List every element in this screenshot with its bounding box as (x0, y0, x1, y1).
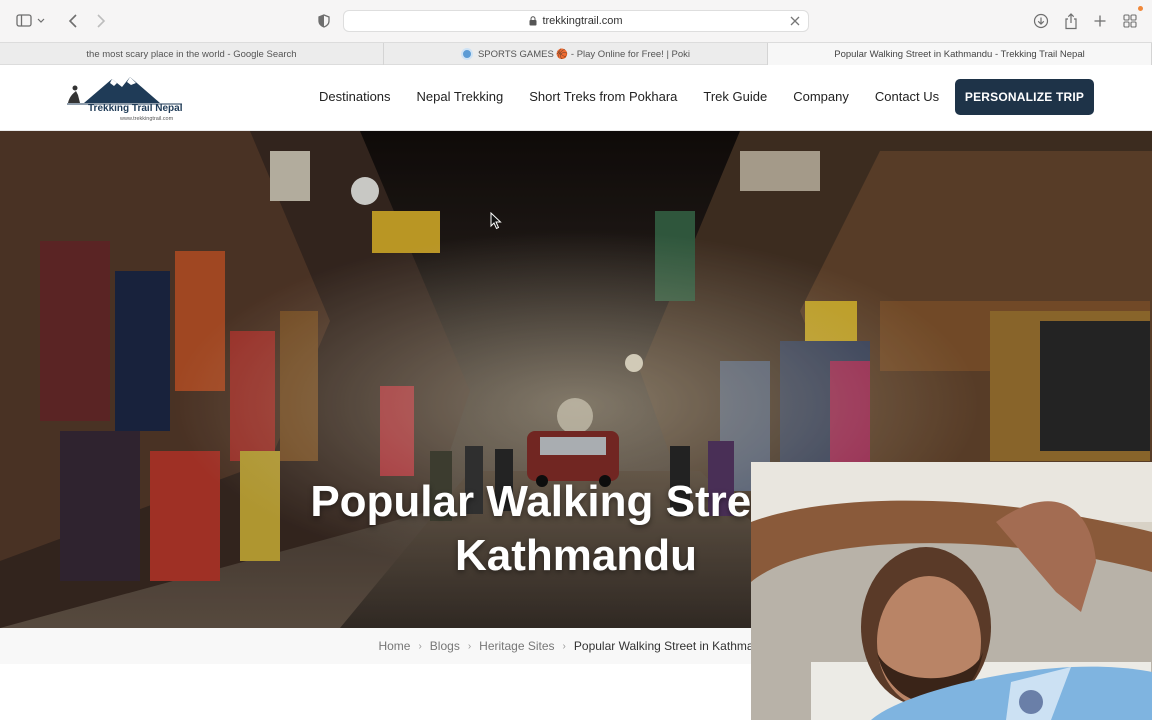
download-icon (1033, 13, 1049, 29)
address-bar[interactable]: trekkingtrail.com (343, 10, 809, 32)
chevron-right-icon (97, 14, 106, 28)
address-text: trekkingtrail.com (542, 15, 623, 27)
nav-short-treks-pokhara[interactable]: Short Treks from Pokhara (516, 87, 690, 107)
tab-label: SPORTS GAMES 🏀 - Play Online for Free! |… (477, 48, 691, 60)
tab-label: Popular Walking Street in Kathmandu - Tr… (834, 48, 1085, 60)
tab-overview-button[interactable] (1119, 6, 1143, 32)
webcam-overlay (751, 462, 1152, 720)
mountain-icon (67, 77, 182, 105)
tab-bar: the most scary place in the world - Goog… (0, 42, 1152, 65)
plus-icon (1094, 15, 1106, 27)
chevron-left-icon (68, 14, 77, 28)
chevron-right-icon: › (467, 640, 472, 652)
sidebar-toggle-button[interactable] (14, 10, 48, 32)
site-header: Trekking Trail Nepal www.trekkingtrail.c… (0, 65, 1152, 131)
logo-text: Trekking Trail Nepal (88, 103, 183, 114)
back-button[interactable] (62, 10, 84, 32)
tab-walking-street[interactable]: Popular Walking Street in Kathmandu - Tr… (768, 43, 1152, 65)
tab-poki[interactable]: SPORTS GAMES 🏀 - Play Online for Free! |… (384, 43, 768, 65)
breadcrumb-current: Popular Walking Street in Kathmandu (573, 639, 774, 653)
breadcrumb-heritage-sites[interactable]: Heritage Sites (479, 639, 554, 653)
breadcrumb-home[interactable]: Home (378, 639, 410, 653)
notification-dot (1138, 6, 1143, 11)
chevron-right-icon: › (418, 640, 422, 652)
share-icon (1065, 12, 1077, 29)
new-tab-button[interactable] (1089, 10, 1111, 32)
chevron-right-icon: › (562, 640, 566, 652)
globe-icon (460, 48, 473, 60)
downloads-button[interactable] (1030, 10, 1052, 32)
browser-toolbar: trekkingtrail.com (0, 0, 1152, 42)
nav-nepal-trekking[interactable]: Nepal Trekking (404, 87, 517, 107)
main-nav: Destinations Nepal Trekking Short Treks … (306, 87, 952, 107)
forward-button[interactable] (90, 10, 112, 32)
breadcrumb-blogs[interactable]: Blogs (430, 639, 460, 653)
tab-google-search[interactable]: the most scary place in the world - Goog… (0, 43, 384, 65)
grid-icon (1123, 14, 1137, 28)
logo-url: www.trekkingtrail.com (120, 116, 174, 122)
privacy-report-button[interactable] (313, 10, 335, 32)
sidebar-icon (16, 14, 45, 27)
tab-label: the most scary place in the world - Goog… (86, 48, 297, 60)
webcam-feed (751, 462, 1152, 720)
share-button[interactable] (1060, 10, 1082, 32)
mouse-cursor-icon (490, 212, 502, 230)
close-icon[interactable] (788, 14, 802, 28)
site-logo[interactable]: Trekking Trail Nepal www.trekkingtrail.c… (64, 73, 194, 125)
nav-destinations[interactable]: Destinations (306, 87, 404, 107)
nav-contact-us[interactable]: Contact Us (862, 87, 952, 107)
lock-icon (529, 16, 537, 26)
nav-trek-guide[interactable]: Trek Guide (690, 87, 780, 107)
shield-icon (318, 14, 330, 28)
nav-company[interactable]: Company (780, 87, 862, 107)
personalize-trip-button[interactable]: PERSONALIZE TRIP (955, 79, 1094, 115)
